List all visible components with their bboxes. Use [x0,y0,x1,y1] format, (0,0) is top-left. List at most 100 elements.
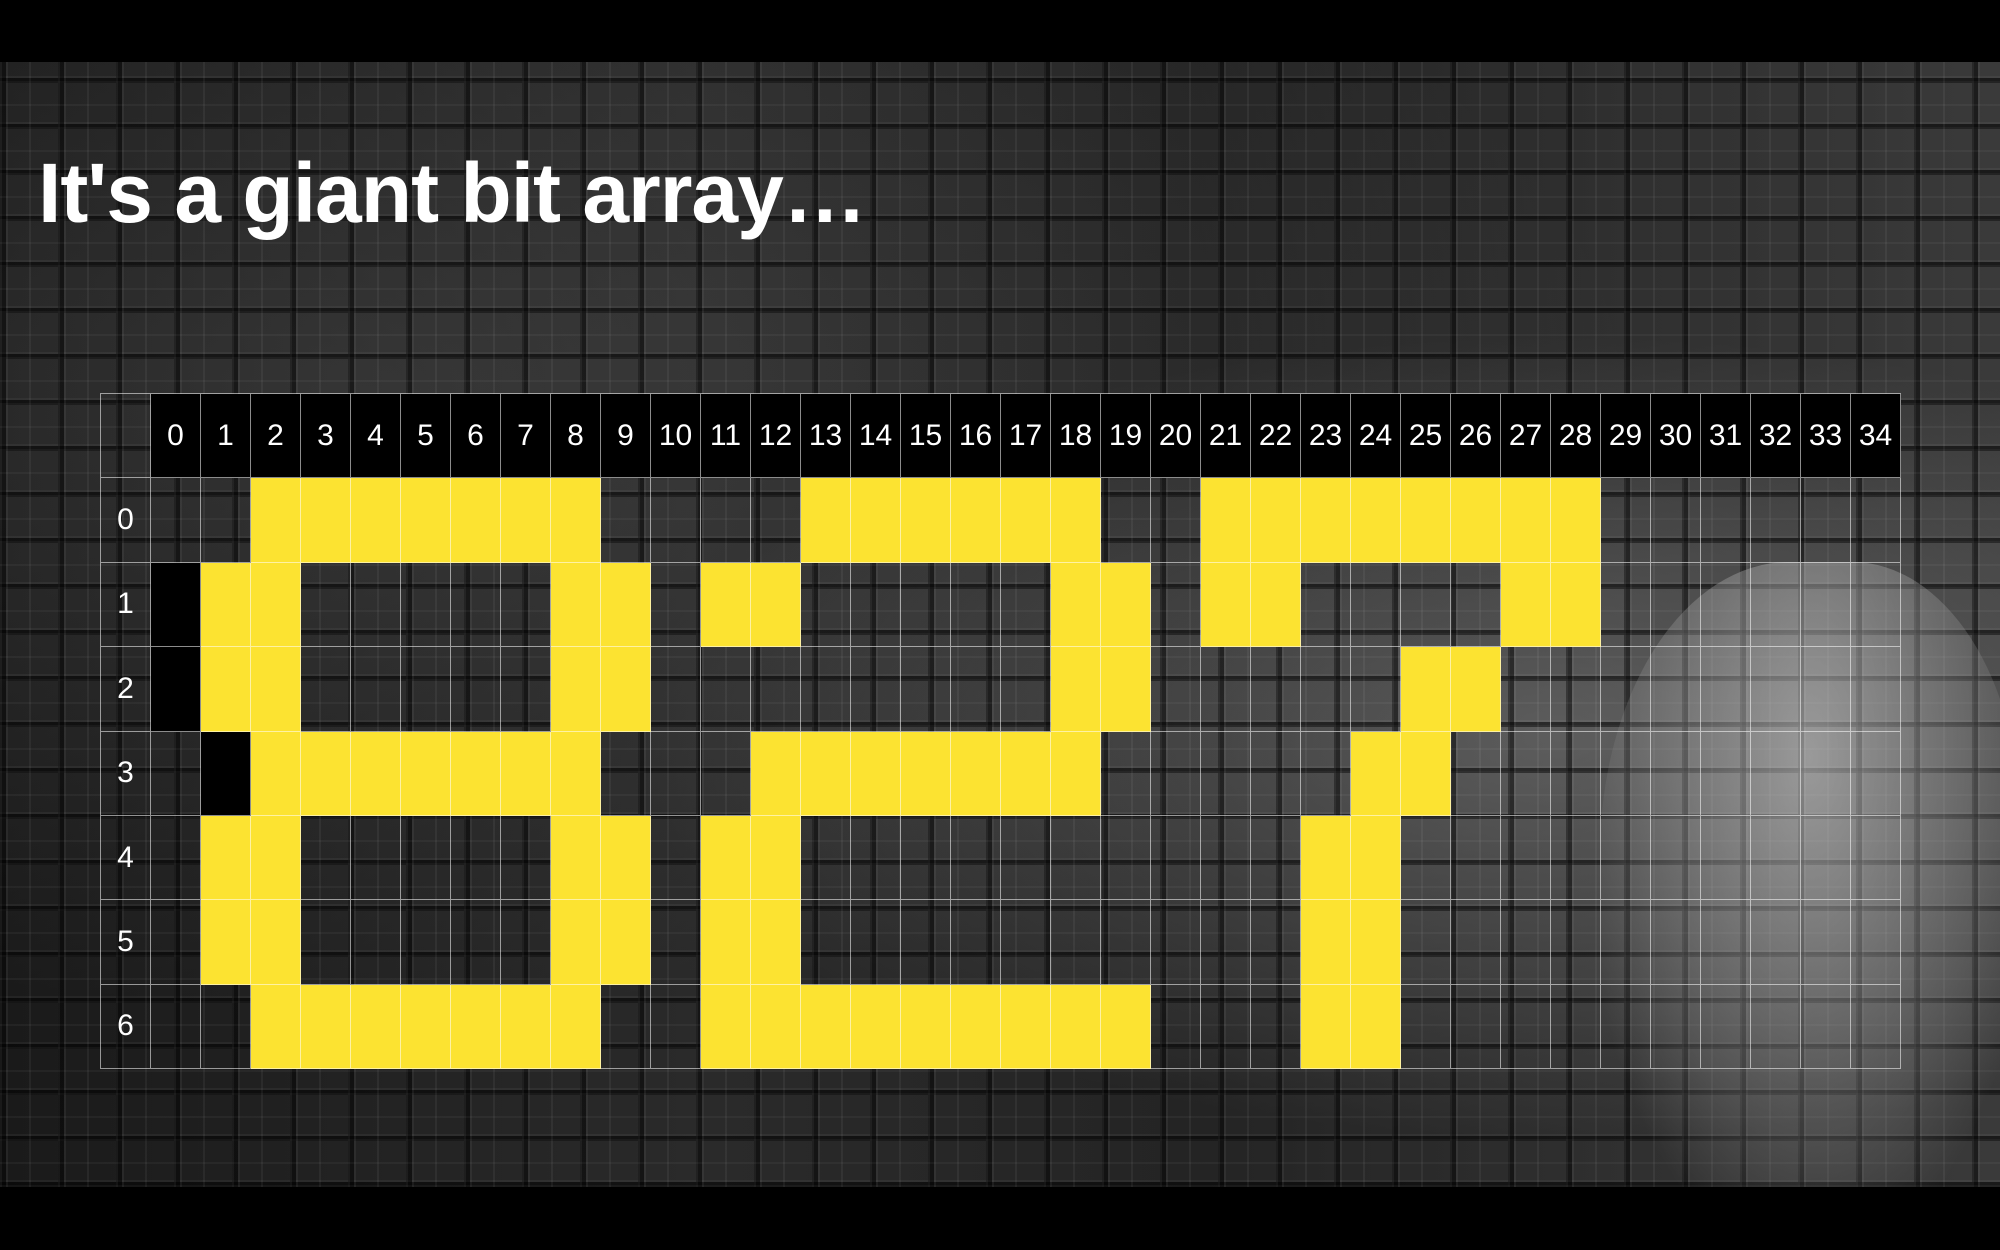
bit-cell-off [1201,900,1251,985]
bit-cell-off [401,900,451,985]
bit-cell-off [1501,647,1551,732]
column-label: 23 [1301,394,1351,479]
bit-cell-on [751,984,801,1069]
bit-cell-off [851,900,901,985]
bit-cell-on [251,647,301,732]
bit-cell-on [551,562,601,648]
bit-cell-on [1051,478,1101,563]
bit-cell-off [1601,731,1651,816]
bit-cell-off [1701,562,1751,648]
column-label: 34 [1851,394,1901,479]
column-label: 2 [251,394,301,479]
bit-cell-on [851,984,901,1069]
column-label: 15 [901,394,951,479]
bit-cell-off [801,562,851,648]
column-label: 18 [1051,394,1101,479]
bit-cell-off [1101,478,1151,563]
bit-cell-off [501,815,551,901]
bit-cell-off [951,815,1001,901]
bit-cell-on [751,731,801,816]
bit-cell-on [901,478,951,563]
bit-cell-dark [151,647,201,732]
column-label: 13 [801,394,851,479]
bit-cell-on [751,815,801,901]
bit-cell-on [201,900,251,985]
bit-cell-on [1301,815,1351,901]
bit-cell-on [401,478,451,563]
bit-cell-off [1551,984,1601,1069]
bit-cell-off [651,815,701,901]
column-label: 4 [351,394,401,479]
bit-cell-on [1451,478,1501,563]
bit-cell-off [1551,815,1601,901]
column-label: 7 [501,394,551,479]
bit-cell-on [1351,900,1401,985]
bit-cell-off [1301,647,1351,732]
bit-cell-on [1401,478,1451,563]
bit-cell-on [701,900,751,985]
column-label: 31 [1701,394,1751,479]
bit-cell-on [801,731,851,816]
bit-cell-off [1851,815,1901,901]
bit-cell-off [651,647,701,732]
bit-cell-on [751,900,801,985]
bit-cell-off [1851,731,1901,816]
bit-cell-off [1801,900,1851,985]
bit-cell-on [451,478,501,563]
bit-cell-off [1751,984,1801,1069]
column-label: 9 [601,394,651,479]
bit-cell-on [1051,647,1101,732]
bit-cell-on [1001,731,1051,816]
column-label: 33 [1801,394,1851,479]
bit-cell-off [1501,815,1551,901]
column-label: 21 [1201,394,1251,479]
bit-cell-off [601,984,651,1069]
bit-cell-off [1101,900,1151,985]
bit-cell-on [1101,647,1151,732]
bit-cell-on [451,731,501,816]
column-label: 32 [1751,394,1801,479]
column-label: 28 [1551,394,1601,479]
bit-cell-off [1151,647,1201,732]
bit-cell-off [1651,731,1701,816]
bit-cell-off [1601,647,1651,732]
bit-cell-off [1251,815,1301,901]
bit-cell-off [1701,900,1751,985]
row-label: 1 [101,562,151,648]
bit-cell-off [1551,731,1601,816]
bit-cell-on [951,984,1001,1069]
bit-cell-on [1401,731,1451,816]
bit-cell-on [701,984,751,1069]
bit-cell-on [551,478,601,563]
bit-cell-off [1601,562,1651,648]
bit-cell-off [1601,984,1651,1069]
bit-cell-on [351,478,401,563]
bit-cell-on [201,815,251,901]
bit-cell-on [901,984,951,1069]
bit-cell-on [351,731,401,816]
bit-cell-off [1751,647,1801,732]
bit-cell-on [551,647,601,732]
bit-cell-off [1251,984,1301,1069]
bit-cell-off [1601,900,1651,985]
bit-cell-off [1151,731,1201,816]
bit-cell-on [1201,562,1251,648]
bit-cell-off [1101,731,1151,816]
column-label: 16 [951,394,1001,479]
bit-cell-off [651,984,701,1069]
bit-cell-on [251,478,301,563]
bit-cell-off [1501,731,1551,816]
bit-cell-on [1051,984,1101,1069]
bit-cell-on [251,562,301,648]
bit-cell-off [1751,478,1801,563]
bit-cell-off [501,900,551,985]
bit-cell-on [851,478,901,563]
bit-cell-off [951,647,1001,732]
bit-cell-on [301,984,351,1069]
bit-cell-off [1801,562,1851,648]
bit-cell-on [201,562,251,648]
column-label: 20 [1151,394,1201,479]
bit-cell-off [301,562,351,648]
bit-cell-off [501,647,551,732]
bit-cell-on [551,731,601,816]
